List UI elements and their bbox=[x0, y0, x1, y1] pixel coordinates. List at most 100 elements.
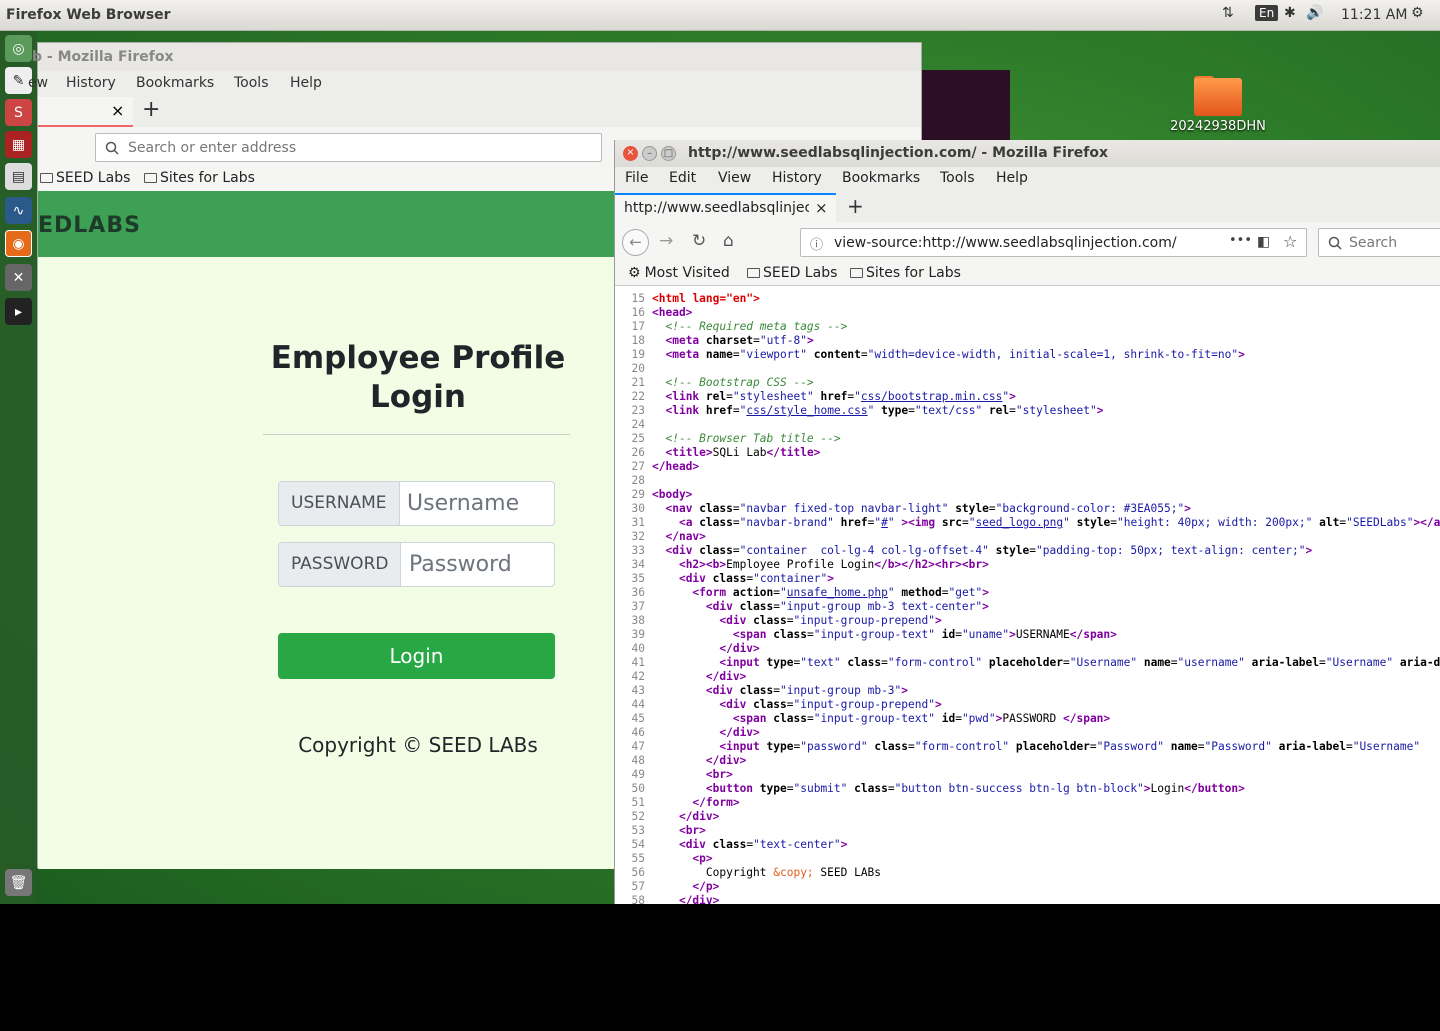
source-line: 33 <div class="container col-lg-4 col-lg… bbox=[631, 544, 1313, 557]
back-menu-view[interactable]: ew bbox=[28, 75, 48, 91]
view-source-content[interactable]: 15 <html lang="en"> 16 <head> 17 <!-- Requir… bbox=[615, 286, 1440, 904]
black-area bbox=[0, 904, 1440, 1031]
source-line: 48 </div> bbox=[631, 754, 747, 767]
source-line: 54 <div class="text-center"> bbox=[631, 838, 848, 851]
front-tab-label: http://www.seedlabsqlinjection.com/ bbox=[624, 200, 809, 216]
menu-edit[interactable]: Edit bbox=[669, 170, 696, 186]
bookmark-seed-labs[interactable]: SEED Labs bbox=[747, 265, 837, 281]
menu-bookmarks[interactable]: Bookmarks bbox=[842, 170, 920, 186]
search-input[interactable]: Search bbox=[1318, 228, 1440, 257]
back-active-tab[interactable]: × bbox=[38, 97, 133, 127]
back-window-titlebar[interactable]: b - Mozilla Firefox bbox=[32, 43, 921, 71]
launcher: ◎ ✎ S ▦ ▤ ∿ ◉ ✕ ▸ 🗑 bbox=[0, 31, 37, 904]
pocket-icon[interactable]: ◧ bbox=[1257, 234, 1270, 250]
new-tab-icon[interactable]: + bbox=[847, 194, 864, 218]
folder-icon bbox=[747, 268, 760, 278]
page-actions-icon[interactable]: ••• bbox=[1229, 233, 1252, 248]
menu-view[interactable]: View bbox=[718, 170, 751, 186]
back-new-tab-icon[interactable]: + bbox=[142, 97, 160, 122]
menu-tools[interactable]: Tools bbox=[940, 170, 975, 186]
reload-icon[interactable]: ↻ bbox=[692, 231, 706, 251]
username-input[interactable]: Username bbox=[407, 491, 519, 516]
source-line: 22 <link rel="stylesheet" href="css/boot… bbox=[631, 390, 1016, 403]
home-icon[interactable]: ⌂ bbox=[723, 231, 734, 251]
trash-icon[interactable]: 🗑 bbox=[5, 869, 32, 896]
source-line: 42 </div> bbox=[631, 670, 747, 683]
minimize-window-icon[interactable]: – bbox=[642, 146, 657, 161]
back-menu-tools[interactable]: Tools bbox=[234, 75, 269, 91]
front-window-titlebar[interactable]: × – □ http://www.seedlabsqlinjection.com… bbox=[615, 140, 1440, 167]
source-line: 31 <a class="navbar-brand" href="#" ><im… bbox=[631, 516, 1440, 529]
back-bookmark-seed-labs[interactable]: SEED Labs bbox=[40, 170, 130, 186]
front-active-tab[interactable]: http://www.seedlabsqlinjection.com/ × bbox=[615, 193, 836, 222]
network-sort-icon[interactable]: ⇅ bbox=[1222, 5, 1234, 21]
url-text: view-source:http://www.seedlabsqlinjecti… bbox=[834, 235, 1177, 251]
source-line: 51 </form> bbox=[631, 796, 740, 809]
terminal-icon[interactable]: ▸ bbox=[5, 298, 32, 325]
menu-history[interactable]: History bbox=[772, 170, 822, 186]
firefox-icon[interactable]: ◉ bbox=[5, 230, 32, 257]
back-bookmark-sites-for-labs[interactable]: Sites for Labs bbox=[144, 170, 255, 186]
url-input[interactable]: ⓘ view-source:http://www.seedlabsqlinjec… bbox=[800, 228, 1307, 257]
seed-logo[interactable]: EDLABS bbox=[38, 213, 141, 238]
search-placeholder: Search bbox=[1349, 235, 1398, 251]
menu-file[interactable]: File bbox=[625, 170, 648, 186]
password-group: PASSWORD Password bbox=[278, 542, 555, 587]
front-bookmarks-bar: ⚙ Most Visited SEED Labs Sites for Labs bbox=[615, 262, 1440, 286]
terminal-window-fragment[interactable] bbox=[920, 70, 1010, 140]
back-search-input[interactable]: Search or enter address bbox=[95, 133, 602, 162]
source-line: 41 <input type="text" class="form-contro… bbox=[631, 656, 1440, 669]
source-line: 24 bbox=[631, 418, 645, 431]
close-window-icon[interactable]: × bbox=[623, 146, 638, 161]
username-group: USERNAME Username bbox=[278, 481, 555, 526]
bluetooth-icon[interactable]: ✱ bbox=[1284, 5, 1296, 21]
keyboard-indicator[interactable]: En bbox=[1255, 5, 1279, 21]
front-menubar: File Edit View History Bookmarks Tools H… bbox=[615, 167, 1440, 193]
source-line: 49 <br> bbox=[631, 768, 733, 781]
source-line: 27 </head> bbox=[631, 460, 700, 473]
wireshark-icon[interactable]: ▦ bbox=[5, 131, 32, 158]
login-button[interactable]: Login bbox=[278, 633, 555, 679]
forward-arrow-icon[interactable]: → bbox=[659, 231, 673, 251]
files-icon[interactable]: ▤ bbox=[5, 163, 32, 190]
back-menu-bookmarks[interactable]: Bookmarks bbox=[136, 75, 214, 91]
username-label: USERNAME bbox=[279, 482, 400, 525]
tab-close-icon[interactable]: × bbox=[815, 199, 828, 217]
source-line: 47 <input type="password" class="form-co… bbox=[631, 740, 1421, 753]
clock[interactable]: 11:21 AM bbox=[1341, 7, 1407, 23]
gear-icon: ⚙ bbox=[628, 265, 641, 281]
volume-icon[interactable]: 🔊 bbox=[1306, 5, 1323, 21]
top-panel: Firefox Web Browser ⇅ En ✱ 🔊 11:21 AM ⚙ bbox=[0, 0, 1440, 31]
source-line: 40 </div> bbox=[631, 642, 760, 655]
source-line: 17 <!-- Required meta tags --> bbox=[631, 320, 848, 333]
front-tabbar: http://www.seedlabsqlinjection.com/ × + bbox=[615, 193, 1440, 222]
source-line: 25 <!-- Browser Tab title --> bbox=[631, 432, 841, 445]
dash-icon[interactable]: ◎ bbox=[5, 35, 32, 62]
gear-icon[interactable]: ⚙ bbox=[1411, 5, 1424, 21]
desktop-folder-icon[interactable] bbox=[1194, 76, 1242, 116]
desktop-folder-label[interactable]: 20242938DHN bbox=[1168, 119, 1268, 134]
wireshark-fin-icon[interactable]: ∿ bbox=[5, 197, 32, 224]
back-menu-help[interactable]: Help bbox=[290, 75, 322, 91]
bookmark-sites-for-labs[interactable]: Sites for Labs bbox=[850, 265, 961, 281]
back-tab-close-icon[interactable]: × bbox=[111, 101, 124, 120]
source-line: 58 </div> bbox=[631, 894, 720, 904]
back-arrow-icon[interactable]: ← bbox=[622, 229, 649, 256]
source-line: 45 <span class="input-group-text" id="pw… bbox=[631, 712, 1111, 725]
front-firefox-window[interactable]: × – □ http://www.seedlabsqlinjection.com… bbox=[614, 140, 1440, 904]
settings-tools-icon[interactable]: ✕ bbox=[5, 264, 32, 291]
back-tabbar: × + bbox=[38, 97, 921, 127]
back-menubar: ew History Bookmarks Tools Help bbox=[28, 71, 921, 97]
bookmark-most-visited[interactable]: ⚙ Most Visited bbox=[628, 265, 730, 281]
password-input[interactable]: Password bbox=[409, 552, 512, 577]
info-icon[interactable]: ⓘ bbox=[810, 234, 823, 253]
menu-help[interactable]: Help bbox=[996, 170, 1028, 186]
back-menu-history[interactable]: History bbox=[66, 75, 116, 91]
bookmark-star-icon[interactable]: ☆ bbox=[1283, 232, 1297, 251]
login-page: EDLABS Employee Profile Login USERNAME U… bbox=[38, 191, 618, 869]
maximize-window-icon[interactable]: □ bbox=[661, 146, 676, 161]
sublime-icon[interactable]: S bbox=[5, 99, 32, 126]
source-line: 56 Copyright &copy; SEED LABs bbox=[631, 866, 882, 879]
panel-app-title: Firefox Web Browser bbox=[6, 7, 171, 23]
source-line: 43 <div class="input-group mb-3"> bbox=[631, 684, 909, 697]
